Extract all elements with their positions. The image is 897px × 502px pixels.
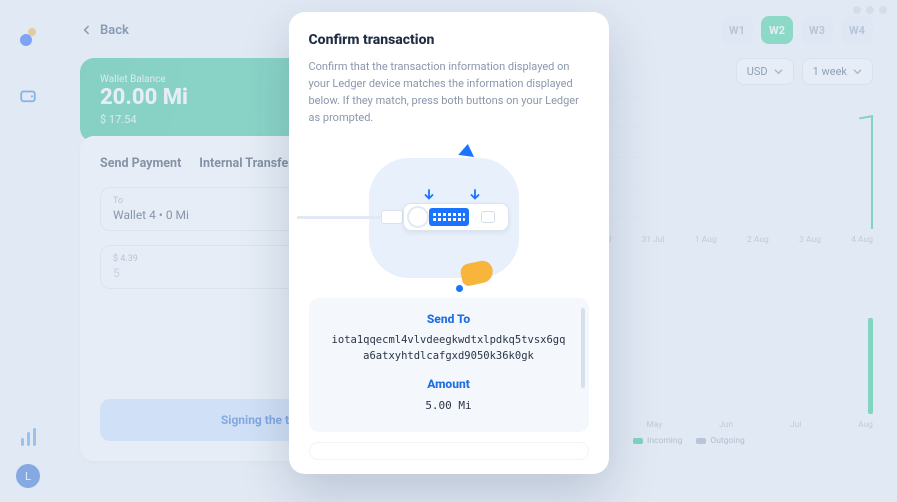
send-to-label: Send To — [321, 312, 577, 326]
send-to-value: iota1qqecml4vlvdeegkwdtxlpdkq5tvsx6gqa6a… — [329, 332, 569, 365]
scrollbar[interactable] — [581, 308, 585, 388]
modal-body: Confirm that the transaction information… — [309, 58, 589, 126]
amount-label: Amount — [321, 377, 577, 391]
ledger-illustration — [305, 140, 593, 290]
amount-value: 5.00 Mi — [329, 397, 569, 414]
modal-title: Confirm transaction — [309, 32, 589, 48]
transaction-info-panel: Send To iota1qqecml4vlvdeegkwdtxlpdkq5tv… — [309, 298, 589, 432]
arrow-down-icon — [469, 186, 481, 198]
arrow-down-icon — [423, 186, 435, 198]
modal-next-peek — [309, 442, 589, 460]
confirm-transaction-modal: Confirm transaction Confirm that the tra… — [289, 12, 609, 474]
